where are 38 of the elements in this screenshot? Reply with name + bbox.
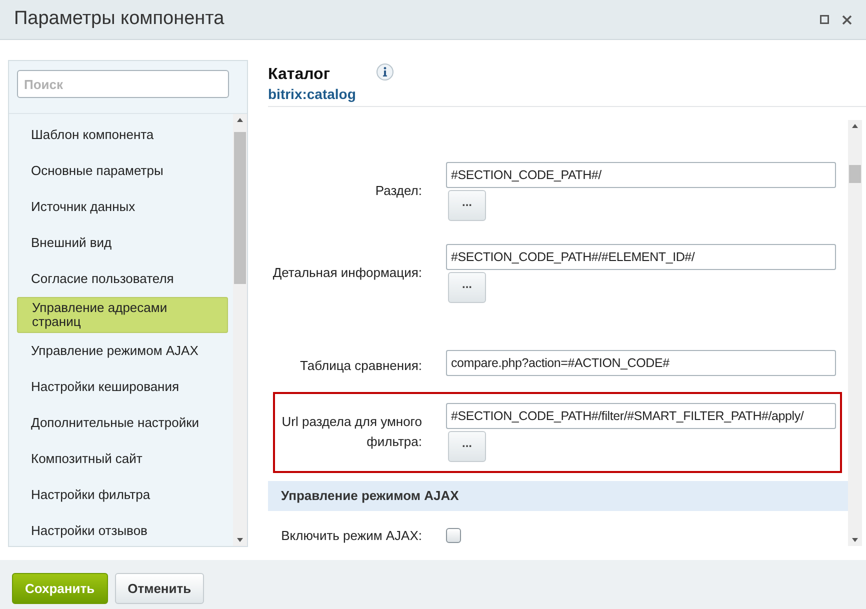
checkbox-label: Включить режим AJAX: [280,526,422,545]
scrollbar-thumb[interactable] [849,164,861,183]
component-title: Каталог [268,66,331,84]
field-label: Детальная информация: [272,264,422,282]
scrollbar[interactable] [848,120,862,546]
field-label: Таблица сравнения: [299,356,422,375]
section-header: Управление режимом AJAX [268,480,848,511]
browse-button[interactable]: ... [448,190,486,221]
search-field[interactable]: Поиск [17,70,229,98]
browse-button[interactable]: ... [448,430,486,462]
maximize-icon[interactable] [820,15,829,24]
sidebar-item[interactable]: Источник данных [17,189,228,225]
scrollbar-thumb[interactable] [234,132,246,284]
component-code: bitrix:catalog [268,84,356,104]
window-title: Параметры компонента [14,8,224,31]
sidebar-item[interactable]: Основные параметры [17,153,228,189]
sidebar-item[interactable]: Шаблон компонента [17,117,228,153]
text-field[interactable]: compare.php?action=#ACTION_CODE# [446,350,836,376]
browse-button[interactable]: ... [448,272,486,303]
sidebar-item[interactable]: Управление адресами страниц [17,297,228,333]
text-field[interactable]: #SECTION_CODE_PATH#/ [446,162,836,188]
checkbox[interactable] [446,528,461,544]
sidebar-item[interactable]: Дополнительные настройки [17,405,228,441]
sidebar-item[interactable]: Внешний вид [17,225,228,261]
field-label: Раздел: [374,182,422,200]
info-icon[interactable] [376,63,394,81]
sidebar-item[interactable]: Композитный сайт [17,441,228,477]
text-field[interactable]: #SECTION_CODE_PATH#/filter/#SMART_FILTER_PATH#/apply/ [446,402,836,429]
close-icon[interactable] [842,14,852,24]
sidebar-item[interactable]: Управление режимом AJAX [17,333,228,369]
scrollbar[interactable] [233,114,247,546]
sidebar-item[interactable]: Согласие пользователя [17,261,228,297]
sidebar-item[interactable]: Настройки кеширования [17,369,228,405]
field-label: Url раздела для умного фильтра: [280,413,422,452]
sidebar-item[interactable]: Настройки отзывов [17,513,228,546]
cancel-button[interactable]: Отменить [114,573,204,604]
sidebar-item[interactable]: Настройки фильтра [17,477,228,513]
text-field[interactable]: #SECTION_CODE_PATH#/#ELEMENT_ID#/ [446,244,836,270]
